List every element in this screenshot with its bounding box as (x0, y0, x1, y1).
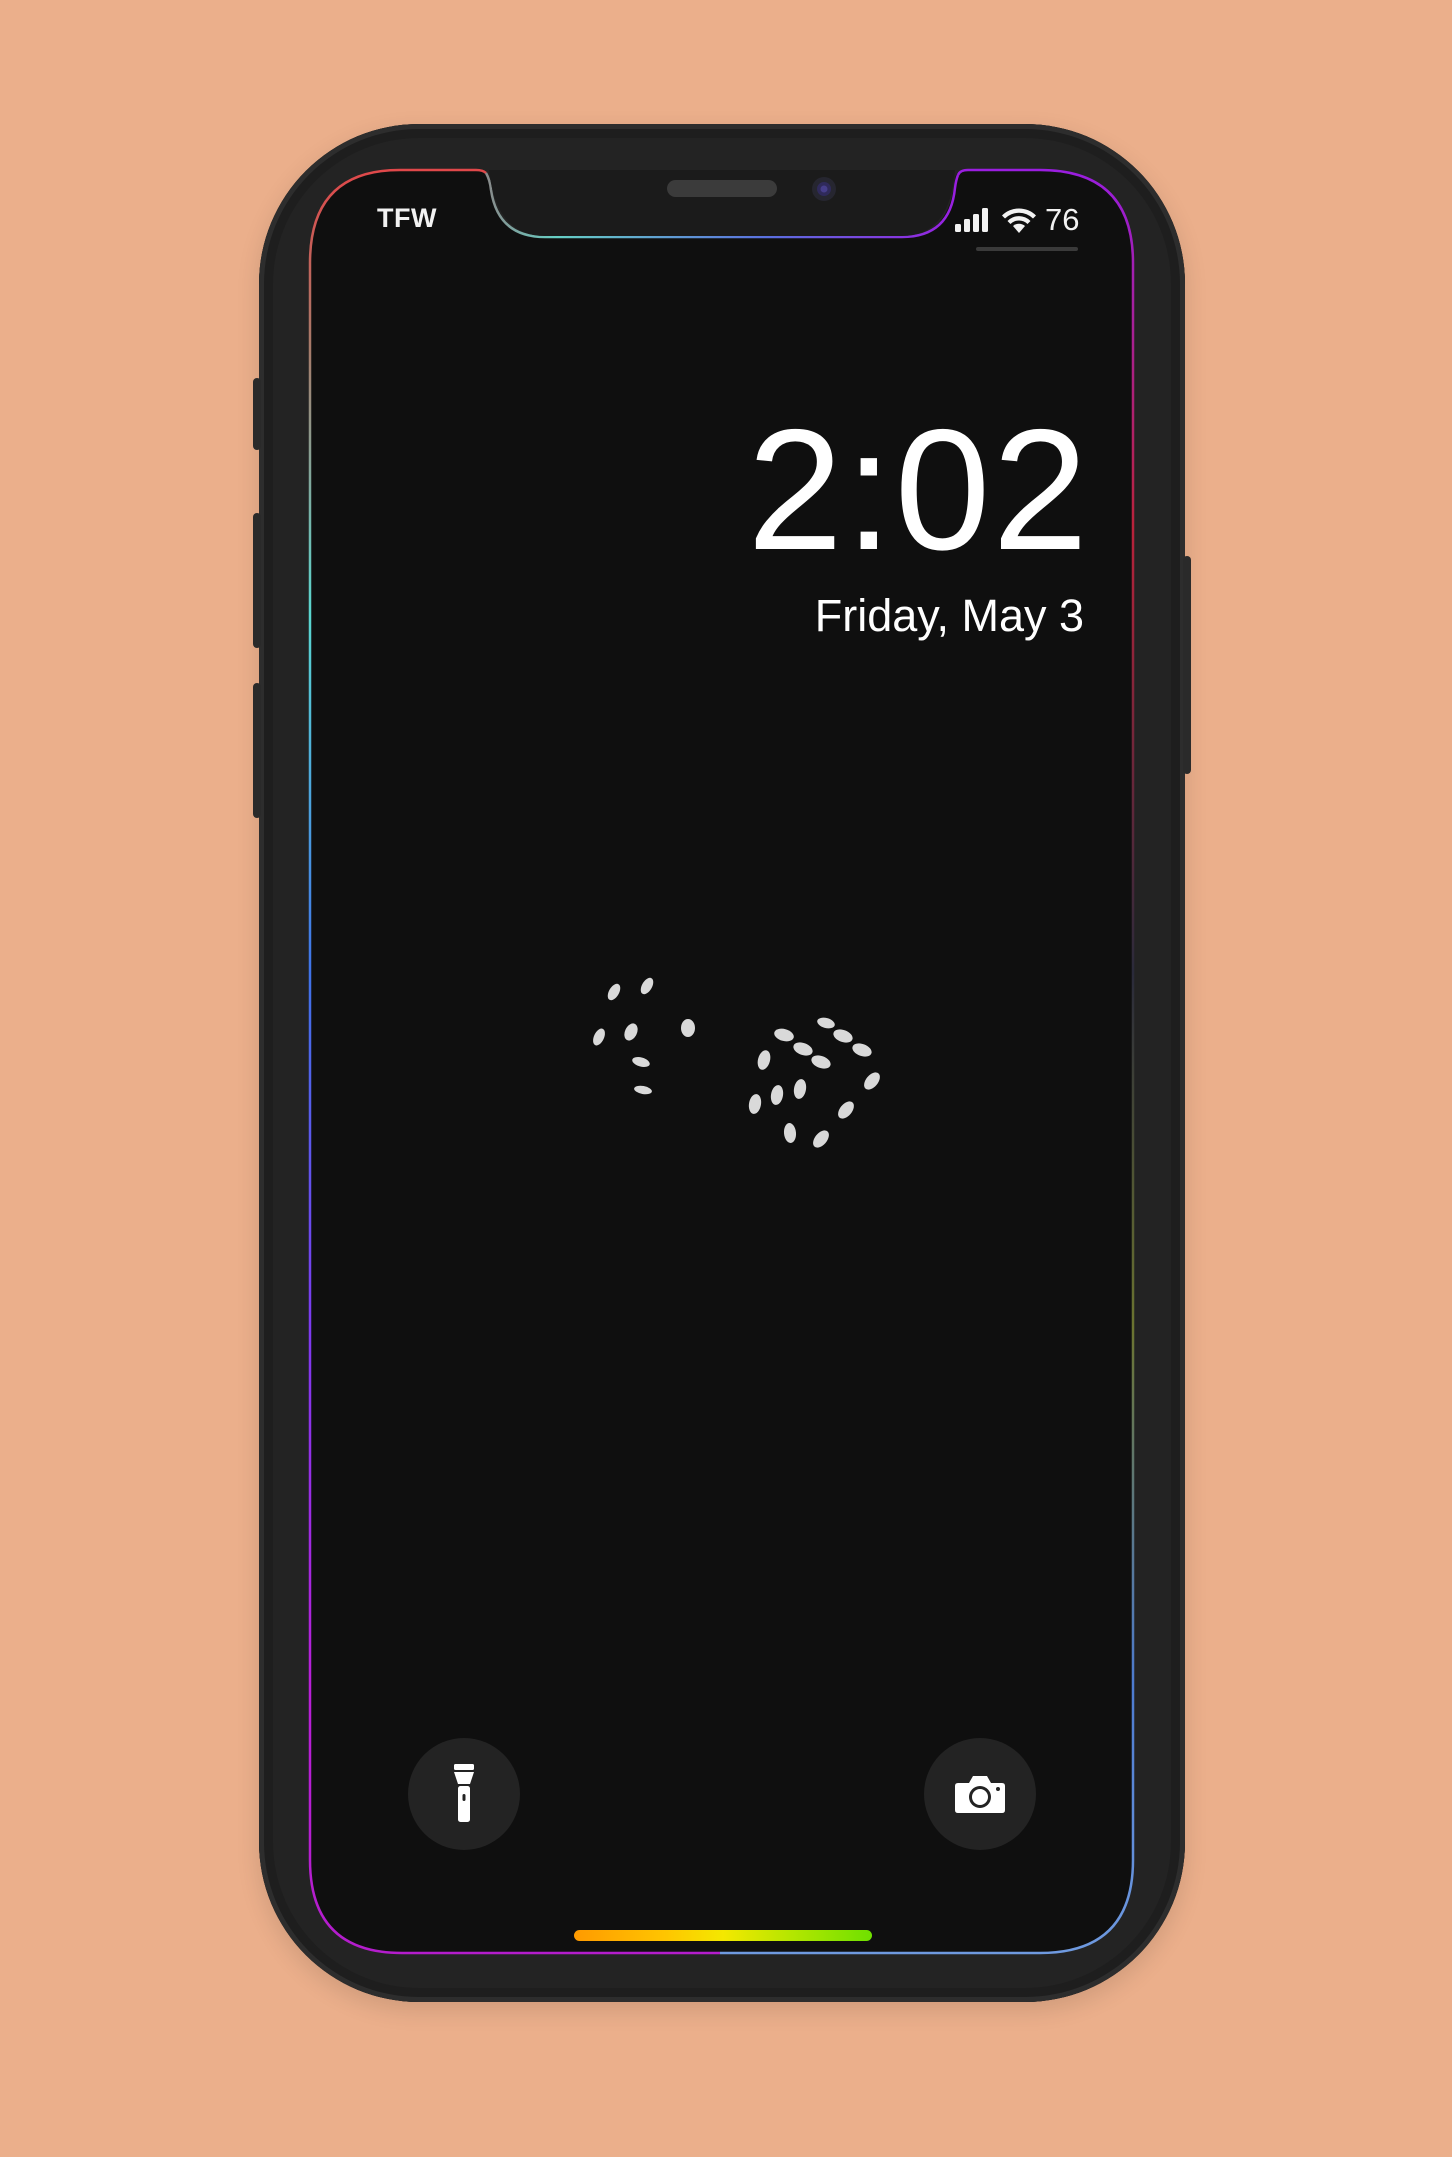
screen (308, 168, 1135, 1955)
lock-screen-time: 2:02 (747, 394, 1090, 586)
battery-level: 76 (1045, 202, 1080, 237)
status-indicators: 76 (955, 200, 1079, 240)
flashlight-button[interactable] (408, 1738, 520, 1850)
camera-button[interactable] (924, 1738, 1036, 1850)
control-center-indicator[interactable] (976, 247, 1078, 251)
wifi-icon (1002, 208, 1036, 233)
carrier-label: TFW (377, 203, 437, 233)
camera-icon (955, 1776, 1005, 1813)
signal-icon (955, 208, 988, 232)
notch (489, 170, 955, 236)
flashlight-icon (454, 1764, 474, 1822)
lock-screen-date: Friday, May 3 (814, 590, 1084, 641)
home-indicator[interactable] (574, 1930, 872, 1941)
earpiece-speaker (667, 180, 777, 197)
